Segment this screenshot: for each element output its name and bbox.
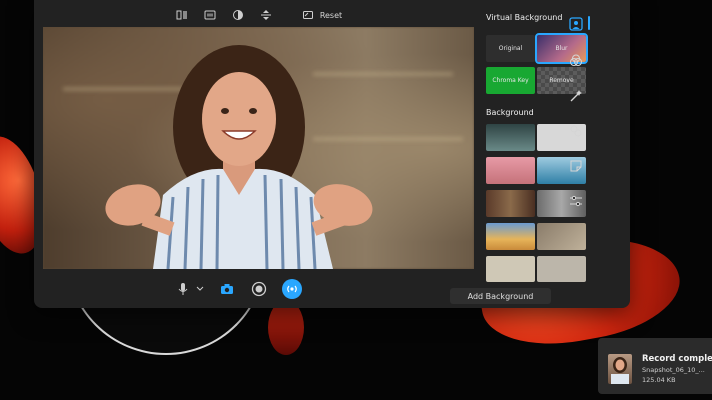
microphone-icon[interactable] bbox=[174, 280, 192, 298]
background-tile[interactable] bbox=[537, 223, 586, 250]
magic-wand-icon[interactable] bbox=[568, 88, 584, 104]
capture-controls bbox=[174, 276, 344, 302]
background-tile[interactable] bbox=[486, 124, 535, 151]
reset-label: Reset bbox=[319, 10, 343, 20]
background-tile[interactable] bbox=[537, 256, 586, 282]
toast-filename: Snapshot_06_10_... bbox=[642, 366, 705, 374]
live-broadcast-icon[interactable] bbox=[282, 279, 302, 299]
toast-title: Record complete bbox=[642, 354, 712, 364]
effects-icon[interactable] bbox=[568, 53, 584, 69]
background-title: Background bbox=[486, 108, 534, 117]
virtual-background-title: Virtual Background bbox=[486, 13, 563, 22]
background-tile[interactable] bbox=[486, 256, 535, 282]
record-complete-toast[interactable]: Record complete Snapshot_06_10_... 125.0… bbox=[598, 338, 712, 394]
hd-icon[interactable] bbox=[204, 9, 216, 21]
reset-button[interactable]: Reset bbox=[302, 9, 342, 21]
crop-icon bbox=[302, 9, 314, 21]
wallpaper-swirl bbox=[268, 300, 304, 355]
add-background-button[interactable]: Add Background bbox=[450, 288, 551, 304]
camera-preview bbox=[43, 27, 474, 269]
record-icon[interactable] bbox=[250, 280, 268, 298]
camera-icon[interactable] bbox=[218, 280, 236, 298]
filter-icon[interactable] bbox=[568, 123, 584, 139]
portrait-icon[interactable] bbox=[568, 16, 584, 32]
contrast-icon[interactable] bbox=[232, 9, 244, 21]
chevron-down-icon[interactable] bbox=[196, 280, 204, 298]
background-tile[interactable] bbox=[486, 190, 535, 217]
toast-file-size: 125.04 KB bbox=[642, 376, 676, 384]
background-tile[interactable] bbox=[486, 223, 535, 250]
background-tile[interactable] bbox=[486, 157, 535, 184]
active-indicator bbox=[588, 16, 590, 30]
mirror-icon[interactable] bbox=[176, 9, 188, 21]
top-toolbar: Reset bbox=[44, 6, 474, 24]
sliders-icon[interactable] bbox=[568, 193, 584, 209]
sticker-icon[interactable] bbox=[568, 158, 584, 174]
snapshot-thumbnail bbox=[608, 354, 632, 384]
side-rail bbox=[562, 10, 592, 210]
flip-vertical-icon[interactable] bbox=[260, 9, 272, 21]
person-silhouette bbox=[105, 45, 373, 269]
virtual-tile-original[interactable]: Original bbox=[486, 35, 535, 62]
virtual-tile-chroma-key[interactable]: Chroma Key bbox=[486, 67, 535, 94]
